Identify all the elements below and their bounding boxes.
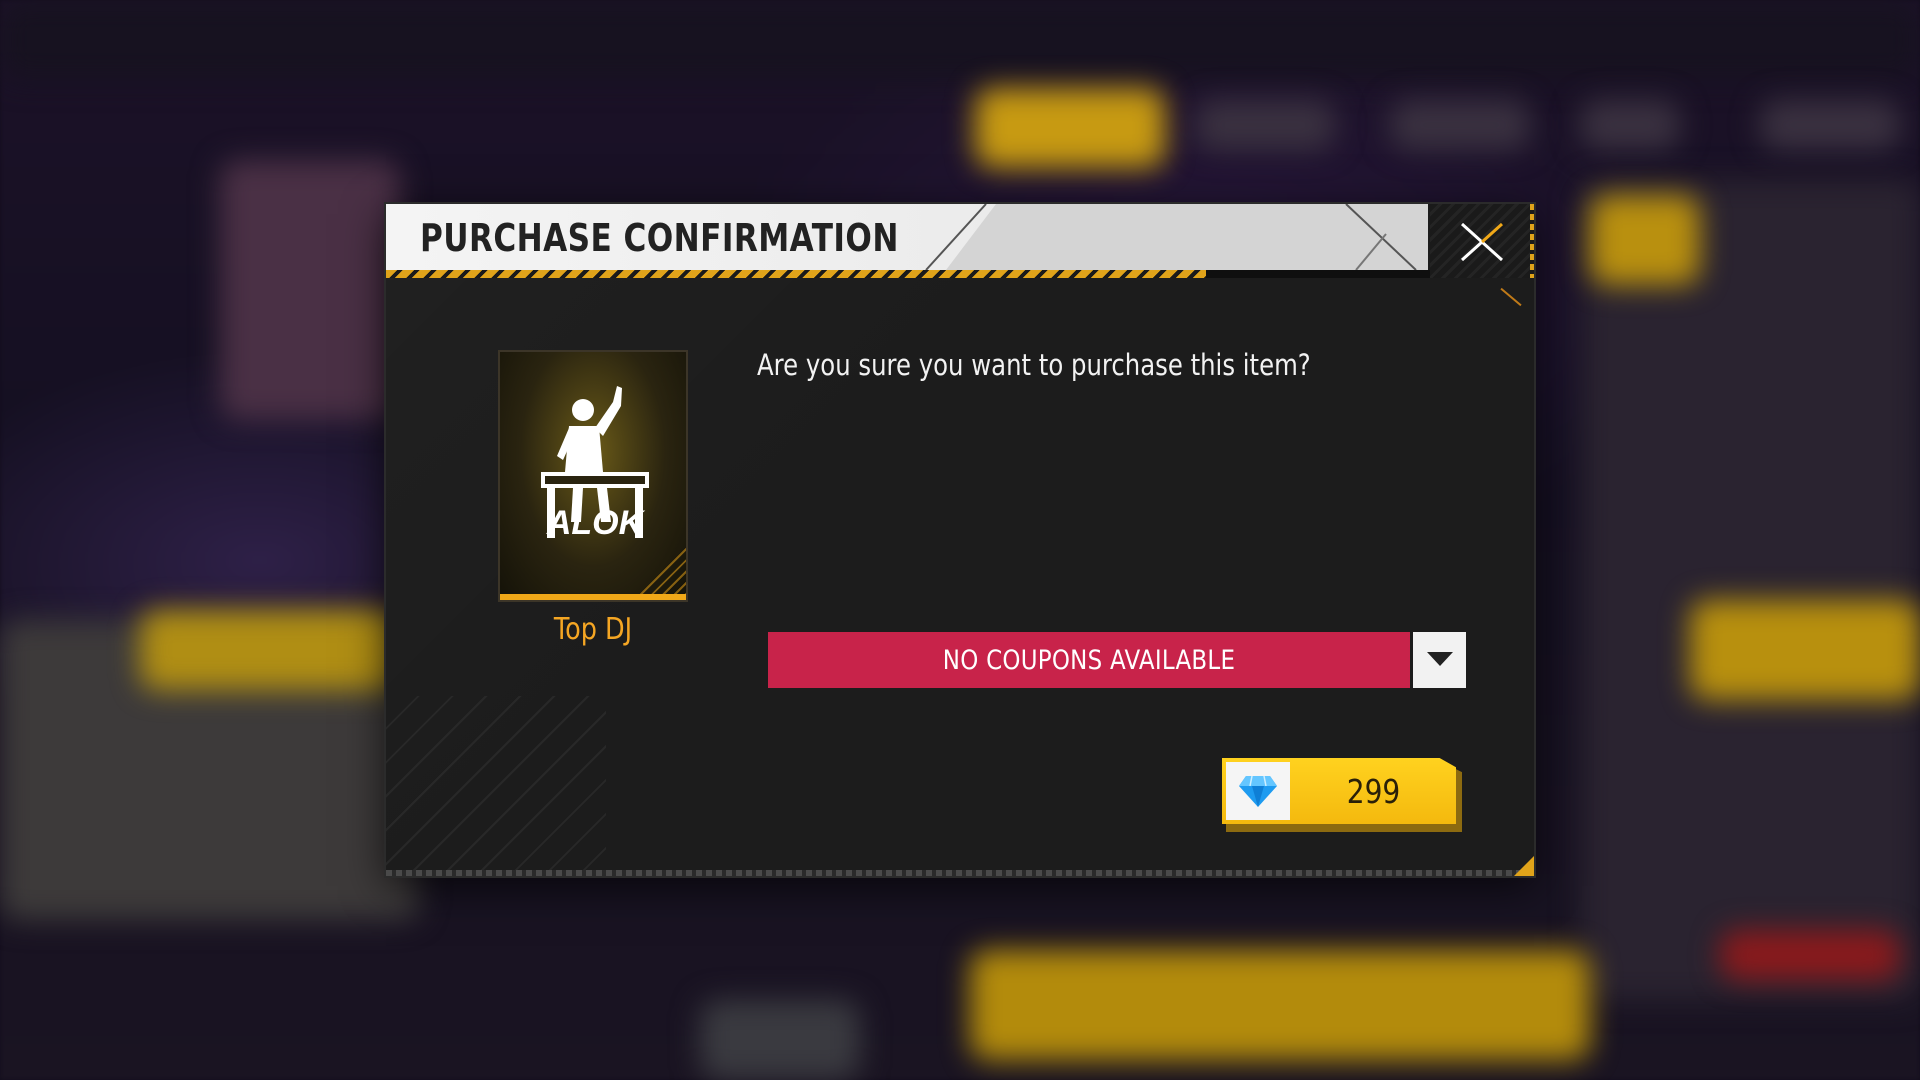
confirmation-question: Are you sure you want to purchase this i… — [757, 348, 1311, 382]
background-tab — [1760, 100, 1900, 150]
card-rarity-bar — [500, 594, 686, 600]
background-tab — [1580, 100, 1680, 150]
currency-badge — [1226, 762, 1290, 820]
dialog-header: PURCHASE CONFIRMATION — [386, 204, 1428, 270]
background-tab — [975, 88, 1165, 168]
chevron-down-icon — [1426, 652, 1453, 666]
decorative-line — [1500, 287, 1522, 307]
close-button[interactable] — [1430, 204, 1534, 278]
background-character — [220, 160, 400, 420]
price-value: 299 — [1346, 771, 1400, 811]
background-vehicle-stripe — [140, 610, 400, 690]
hazard-stripe — [386, 270, 1206, 278]
coupon-label: NO COUPONS AVAILABLE — [768, 632, 1410, 688]
background-top-bar — [0, 0, 1920, 80]
purchase-confirmation-dialog: PURCHASE CONFIRMATION ALOK Top DJ Are yo… — [386, 204, 1534, 876]
background-side-badge — [1720, 930, 1900, 980]
dj-emote-icon: ALOK — [541, 386, 649, 542]
background-action-button — [970, 950, 1590, 1060]
dialog-corner-accent — [1514, 856, 1534, 876]
item-name: Top DJ — [553, 612, 633, 647]
coupon-dropdown[interactable]: NO COUPONS AVAILABLE — [768, 632, 1466, 688]
brand-logo-text: ALOK — [546, 504, 646, 542]
close-button-edge — [1530, 204, 1534, 278]
purchase-button[interactable]: 299 — [1222, 758, 1462, 832]
dialog-title: PURCHASE CONFIRMATION — [420, 216, 899, 260]
background-side-highlight — [1590, 195, 1700, 285]
background-side-panel — [1580, 180, 1920, 1000]
background-side-highlight — [1690, 600, 1920, 700]
background-tab — [1195, 100, 1335, 150]
decorative-lines — [386, 696, 606, 876]
dialog-bottom-border — [386, 870, 1534, 876]
item-thumbnail: ALOK — [498, 350, 688, 602]
background-icon — [700, 1000, 860, 1080]
diamond-icon — [1239, 775, 1277, 807]
background-tab — [1390, 100, 1530, 150]
close-icon — [1460, 222, 1504, 262]
coupon-dropdown-toggle[interactable] — [1410, 632, 1466, 688]
